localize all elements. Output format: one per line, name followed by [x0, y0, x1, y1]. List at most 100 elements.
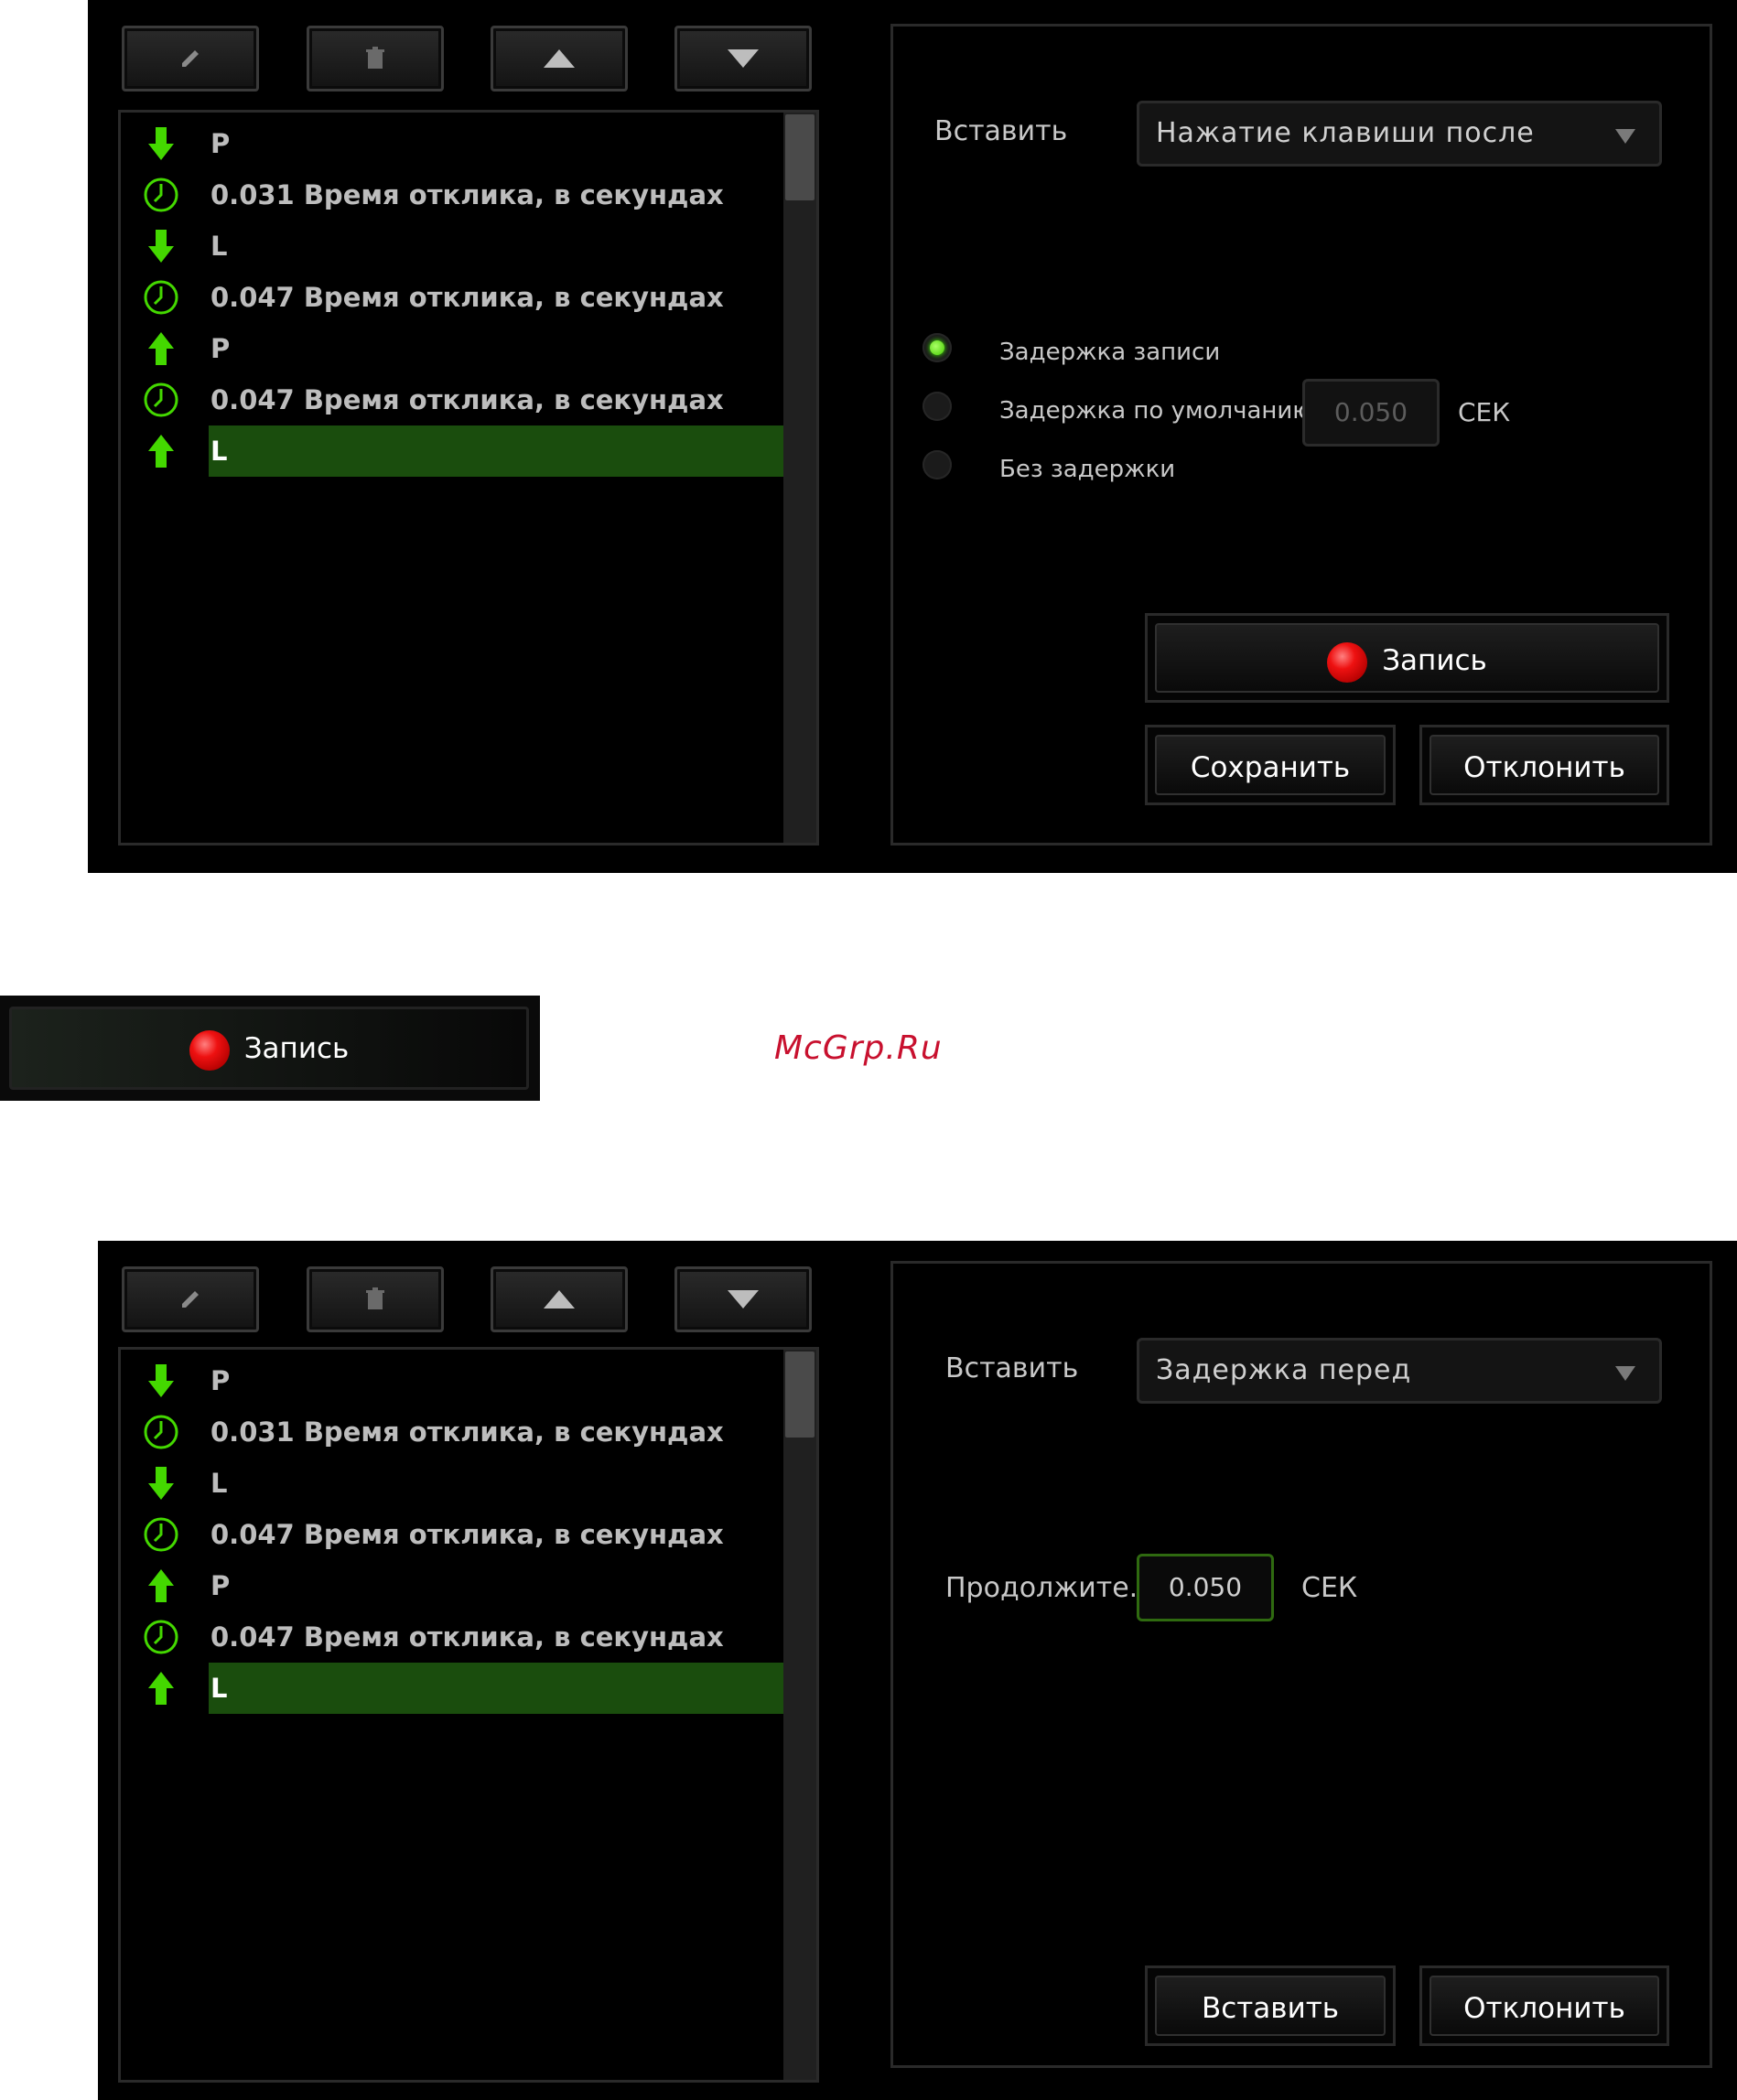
chevron-down-icon: [1615, 129, 1635, 144]
default-delay-input[interactable]: 0.050: [1302, 379, 1440, 447]
list-item-label: P: [210, 1570, 231, 1601]
list-item[interactable]: 0.047 Время отклика, в секундах: [121, 1509, 787, 1560]
chevron-down-icon: [1615, 1366, 1635, 1381]
insert-type-value: Нажатие клавиши после: [1156, 117, 1535, 149]
macro-event-list[interactable]: P 0.031 Время отклика, в секундах L 0.047 В…: [118, 110, 819, 845]
default-delay-radio[interactable]: [922, 392, 952, 421]
list-item-label: 0.047 Время отклика, в секундах: [210, 1621, 724, 1653]
default-delay-label: Задержка по умолчанию: [999, 397, 1313, 425]
scrollbar-thumb[interactable]: [785, 1352, 815, 1438]
clock-icon: [139, 279, 183, 316]
list-item[interactable]: 0.047 Время отклика, в секундах: [121, 272, 787, 323]
edit-button[interactable]: [122, 26, 259, 92]
list-item[interactable]: L: [121, 1458, 787, 1509]
no-delay-label: Без задержки: [999, 456, 1176, 483]
insert-button[interactable]: Вставить: [1145, 1965, 1396, 2046]
list-item[interactable]: P: [121, 1560, 787, 1611]
record-icon: [189, 1029, 230, 1071]
key-down-icon: [139, 125, 183, 162]
insert-button-label: Вставить: [1155, 1976, 1386, 2036]
record-icon: [1327, 641, 1368, 683]
list-item-label: 0.031 Время отклика, в секундах: [210, 179, 724, 210]
record-delay-radio[interactable]: [922, 333, 952, 362]
selection-highlight: [209, 425, 787, 477]
list-item-label: P: [210, 333, 231, 364]
key-down-icon: [139, 228, 183, 264]
watermark: McGrp.Ru: [774, 1029, 943, 1067]
scrollbar[interactable]: [783, 113, 816, 843]
arrow-down-icon: [728, 49, 759, 68]
trash-icon: [366, 47, 384, 69]
list-item-label: P: [210, 128, 231, 159]
scrollbar-thumb[interactable]: [785, 114, 815, 200]
macro-editor-panel-2: P 0.031 Время отклика, в секундах L 0.047 В…: [98, 1241, 1737, 2100]
record-button-label: Запись: [1382, 644, 1487, 677]
list-item[interactable]: 0.031 Время отклика, в секундах: [121, 1406, 787, 1458]
macro-event-list[interactable]: P 0.031 Время отклика, в секундах L 0.047 В…: [118, 1347, 819, 2083]
save-button-label: Сохранить: [1155, 735, 1386, 795]
move-down-button[interactable]: [674, 26, 812, 92]
list-item-label: P: [210, 1365, 231, 1396]
arrow-down-icon: [728, 1290, 759, 1308]
delete-button[interactable]: [307, 1266, 444, 1332]
edit-button[interactable]: [122, 1266, 259, 1332]
record-button-example[interactable]: Запись: [0, 996, 540, 1101]
selection-highlight: [209, 1663, 787, 1714]
move-up-button[interactable]: [491, 26, 628, 92]
cancel-button-label: Отклонить: [1430, 735, 1659, 795]
insert-type-dropdown[interactable]: Задержка перед: [1137, 1338, 1662, 1404]
cancel-button[interactable]: Отклонить: [1419, 725, 1669, 805]
move-up-button[interactable]: [491, 1266, 628, 1332]
list-item-label: L: [210, 231, 228, 262]
cancel-button[interactable]: Отклонить: [1419, 1965, 1669, 2046]
list-item-label: 0.031 Время отклика, в секундах: [210, 1416, 724, 1448]
scrollbar[interactable]: [783, 1350, 816, 2080]
clock-icon: [139, 177, 183, 213]
macro-editor-panel-1: P 0.031 Время отклика, в секундах L 0.047 В…: [88, 0, 1737, 873]
trash-icon: [366, 1287, 384, 1309]
record-button[interactable]: Запись: [1145, 613, 1669, 703]
clock-icon: [139, 1619, 183, 1655]
list-item-label: 0.047 Время отклика, в секундах: [210, 384, 724, 415]
list-item[interactable]: 0.031 Время отклика, в секундах: [121, 169, 787, 221]
key-up-icon: [139, 330, 183, 367]
record-delay-label: Задержка записи: [999, 339, 1221, 366]
list-item[interactable]: L: [121, 221, 787, 272]
no-delay-radio[interactable]: [922, 450, 952, 479]
clock-icon: [139, 1414, 183, 1450]
pencil-icon: [182, 1291, 199, 1308]
arrow-up-icon: [544, 49, 575, 68]
clock-icon: [139, 382, 183, 418]
list-item[interactable]: 0.047 Время отклика, в секундах: [121, 374, 787, 425]
key-up-icon: [139, 1567, 183, 1604]
list-item-label: 0.047 Время отклика, в секундах: [210, 282, 724, 313]
key-up-icon: [139, 1670, 183, 1707]
cancel-button-label: Отклонить: [1430, 1976, 1659, 2036]
arrow-up-icon: [544, 1290, 575, 1308]
save-button[interactable]: Сохранить: [1145, 725, 1396, 805]
list-item[interactable]: P: [121, 118, 787, 169]
key-up-icon: [139, 433, 183, 469]
key-down-icon: [139, 1465, 183, 1502]
list-item[interactable]: P: [121, 1355, 787, 1406]
unit-label: СЕК: [1458, 397, 1511, 427]
insert-type-dropdown[interactable]: Нажатие клавиши после: [1137, 101, 1662, 167]
duration-input[interactable]: 0.050: [1137, 1554, 1274, 1621]
list-item-label: 0.047 Время отклика, в секундах: [210, 1519, 724, 1550]
unit-label: СЕК: [1301, 1572, 1358, 1604]
record-button-example-label: Запись: [243, 1032, 350, 1065]
clock-icon: [139, 1516, 183, 1553]
list-item-label: L: [210, 1468, 228, 1499]
key-down-icon: [139, 1362, 183, 1399]
list-item-label: L: [210, 436, 228, 467]
move-down-button[interactable]: [674, 1266, 812, 1332]
pencil-icon: [182, 50, 199, 67]
list-item-selected[interactable]: L: [121, 1663, 787, 1714]
delete-button[interactable]: [307, 26, 444, 92]
list-item-label: L: [210, 1673, 228, 1704]
list-item[interactable]: 0.047 Время отклика, в секундах: [121, 1611, 787, 1663]
list-item-selected[interactable]: L: [121, 425, 787, 477]
insert-label: Вставить: [934, 115, 1068, 147]
list-item[interactable]: P: [121, 323, 787, 374]
insert-type-value: Задержка перед: [1156, 1354, 1412, 1386]
